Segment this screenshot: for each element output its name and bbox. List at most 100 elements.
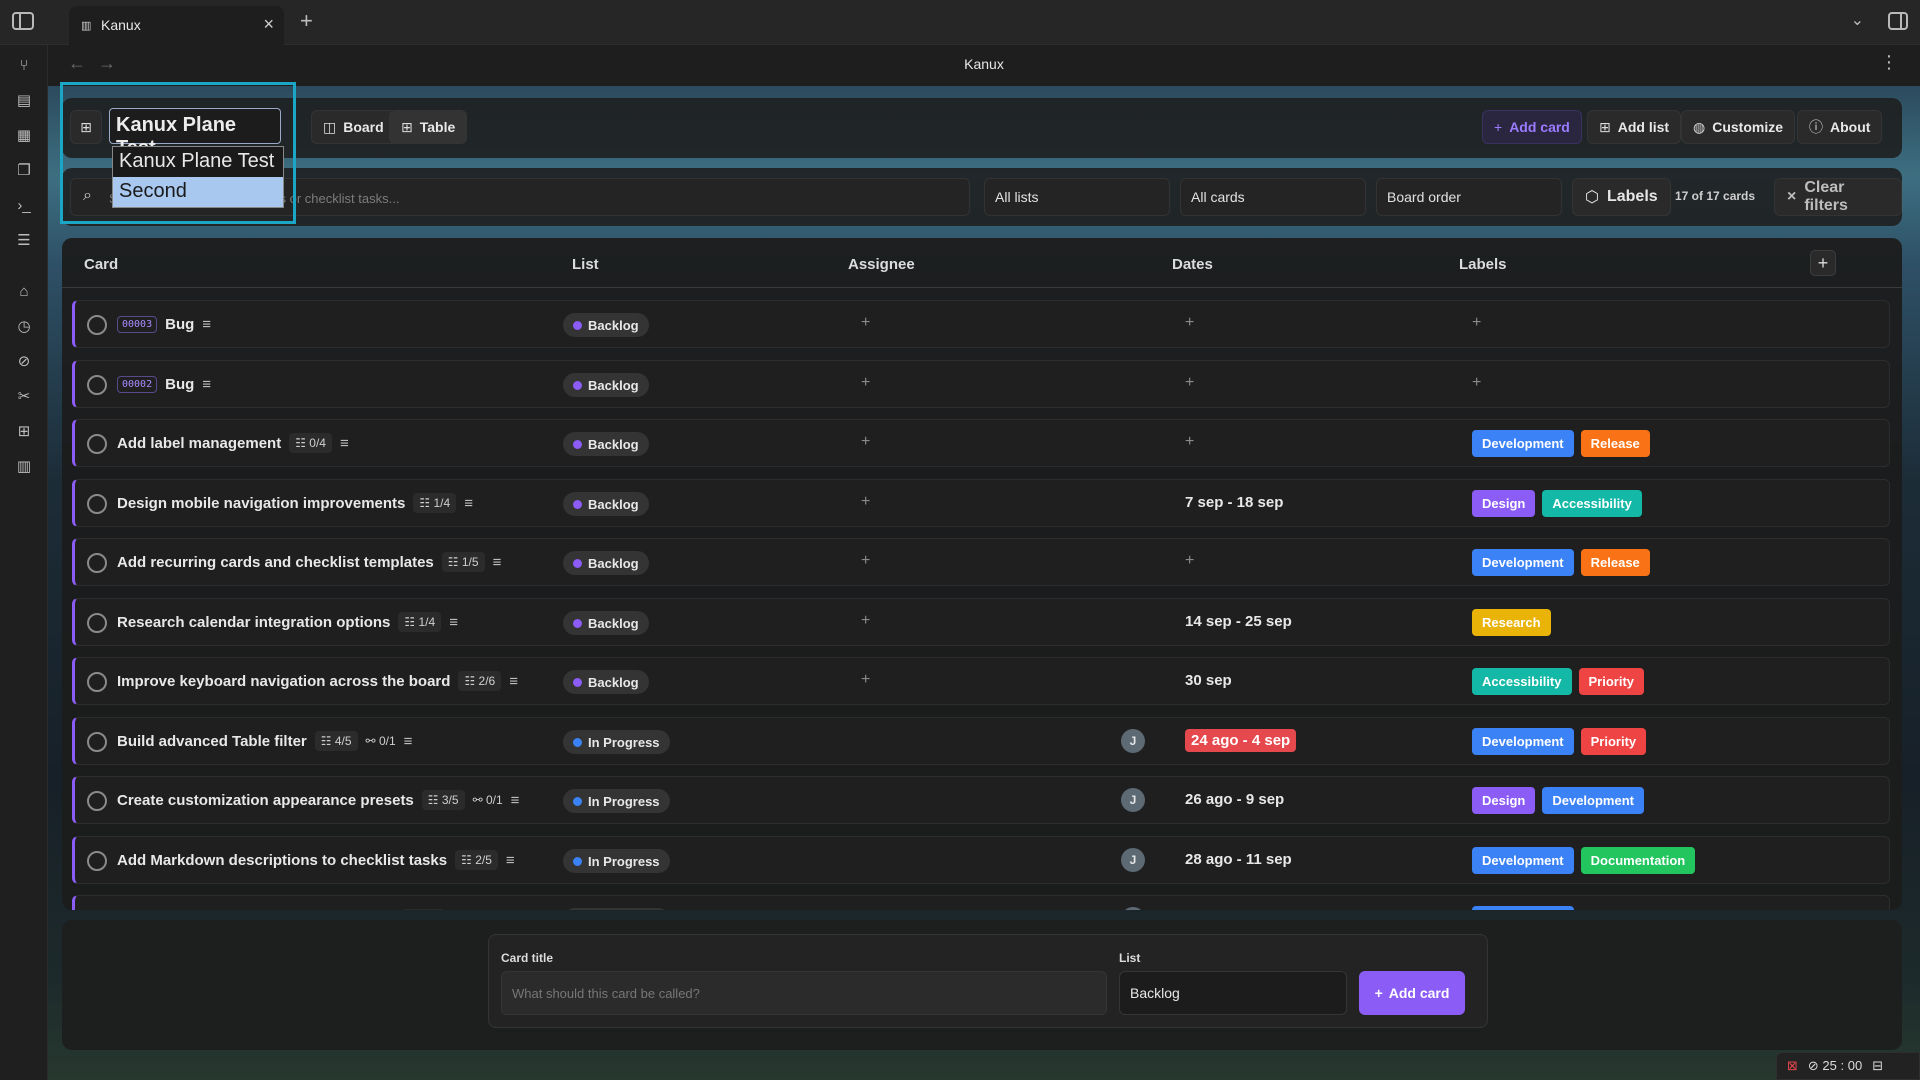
- card-title-input[interactable]: [501, 971, 1107, 1015]
- sitemap-icon[interactable]: ⊞: [12, 421, 36, 443]
- list-badge[interactable]: In Progress: [563, 849, 670, 873]
- due-dates[interactable]: 7 sep - 18 sep: [1185, 494, 1283, 511]
- list-badge[interactable]: In Progress: [563, 730, 670, 754]
- list-select[interactable]: Backlog: [1119, 971, 1347, 1015]
- column-header-assignee[interactable]: Assignee: [848, 256, 915, 273]
- table-row[interactable]: Research calendar integration options ☷ 1…: [72, 598, 1890, 646]
- list-badge[interactable]: Backlog: [563, 611, 649, 635]
- card-title[interactable]: Design mobile navigation improvements: [117, 495, 405, 512]
- card-title-cell[interactable]: Optimize performance for large boards☷ 0…: [117, 896, 461, 910]
- labels-cell[interactable]: Development Priority: [1472, 728, 1647, 755]
- pomodoro-timer[interactable]: ⊘ 25 : 00: [1808, 1058, 1862, 1074]
- card-title[interactable]: Build advanced Table filter: [117, 733, 307, 750]
- card-title[interactable]: Bug: [165, 376, 194, 393]
- card-title-cell[interactable]: 00002 Bug ≡: [117, 361, 211, 407]
- card-title-cell[interactable]: Create customization appearance presets ☷…: [117, 777, 519, 823]
- eye-off-icon[interactable]: ⊘: [12, 351, 36, 373]
- table-row[interactable]: Add recurring cards and checklist templa…: [72, 538, 1890, 586]
- sync-off-icon[interactable]: ⊠: [1787, 1058, 1798, 1074]
- table-row[interactable]: Create customization appearance presets ☷…: [72, 776, 1890, 824]
- labels-cell[interactable]: Development: [1472, 906, 1574, 910]
- complete-checkbox[interactable]: [87, 553, 107, 573]
- table-row[interactable]: 00002 Bug ≡ Backlog + + +: [72, 360, 1890, 408]
- card-title[interactable]: Add label management: [117, 435, 281, 452]
- labels-cell[interactable]: Design Accessibility: [1472, 490, 1642, 517]
- list-badge[interactable]: In Progress: [563, 789, 670, 813]
- card-title[interactable]: Bug: [165, 316, 194, 333]
- card-title-cell[interactable]: Improve keyboard navigation across the b…: [117, 658, 518, 704]
- avatar[interactable]: J: [1121, 907, 1145, 910]
- timer-icon[interactable]: ◷: [12, 316, 36, 338]
- table-row[interactable]: Add Markdown descriptions to checklist t…: [72, 836, 1890, 884]
- column-header-labels[interactable]: Labels: [1459, 256, 1507, 273]
- kanban-icon[interactable]: ▥: [12, 456, 36, 478]
- order-select[interactable]: Board order: [1376, 178, 1562, 216]
- about-button[interactable]: ⓘ About: [1797, 110, 1883, 144]
- complete-checkbox[interactable]: [87, 375, 107, 395]
- labels-cell[interactable]: Development Documentation: [1472, 847, 1696, 874]
- tab-kanux[interactable]: ▥ Kanux ×: [69, 6, 284, 45]
- card-title[interactable]: Create customization appearance presets: [117, 792, 414, 809]
- complete-checkbox[interactable]: [87, 434, 107, 454]
- add-assignee-icon[interactable]: +: [861, 671, 870, 689]
- card-title-cell[interactable]: Add Markdown descriptions to checklist t…: [117, 837, 515, 883]
- list-badge[interactable]: Backlog: [563, 313, 649, 337]
- labels-cell[interactable]: Development Release: [1472, 549, 1650, 576]
- table-row[interactable]: Build advanced Table filter ☷ 4/5 ⚯ 0/1 ≡ In…: [72, 717, 1890, 765]
- complete-checkbox[interactable]: [87, 613, 107, 633]
- terminal-icon[interactable]: ›_: [12, 195, 36, 217]
- card-title[interactable]: Add recurring cards and checklist templa…: [117, 554, 434, 571]
- add-label-icon[interactable]: +: [1472, 374, 1481, 392]
- card-title-cell[interactable]: Build advanced Table filter ☷ 4/5 ⚯ 0/1 ≡: [117, 718, 412, 764]
- tools-icon[interactable]: ✂: [12, 386, 36, 408]
- calendar-icon[interactable]: ▦: [12, 125, 36, 147]
- card-title-cell[interactable]: Research calendar integration options ☷ 1…: [117, 599, 458, 645]
- list-badge[interactable]: Backlog: [563, 670, 649, 694]
- boards-grid-button[interactable]: ⊞: [70, 110, 102, 144]
- archive-icon[interactable]: ⊟: [1872, 1058, 1883, 1074]
- card-title-cell[interactable]: Add label management ☷ 0/4 ≡: [117, 420, 349, 466]
- avatar[interactable]: J: [1121, 848, 1145, 872]
- card-title-cell[interactable]: Add recurring cards and checklist templa…: [117, 539, 501, 585]
- column-header-card[interactable]: Card: [84, 256, 118, 273]
- view-table-button[interactable]: ⊞ Table: [389, 110, 468, 144]
- complete-checkbox[interactable]: [87, 851, 107, 871]
- add-assignee-icon[interactable]: +: [861, 433, 870, 451]
- labels-filter-button[interactable]: ⬡ Labels: [1572, 178, 1671, 216]
- labels-cell[interactable]: Research: [1472, 609, 1551, 636]
- list-badge[interactable]: In Progress: [563, 908, 670, 910]
- add-assignee-icon[interactable]: +: [861, 552, 870, 570]
- close-icon[interactable]: ×: [263, 14, 274, 35]
- table-row[interactable]: 00003 Bug ≡ Backlog + + +: [72, 300, 1890, 348]
- card-title-cell[interactable]: 00003 Bug ≡: [117, 301, 211, 347]
- due-dates[interactable]: 26 ago - 9 sep: [1185, 791, 1284, 808]
- add-assignee-icon[interactable]: +: [861, 374, 870, 392]
- home-icon[interactable]: ⌂: [12, 281, 36, 303]
- chevron-down-icon[interactable]: ⌄: [1851, 10, 1864, 30]
- labels-cell[interactable]: Accessibility Priority: [1472, 668, 1645, 695]
- add-assignee-icon[interactable]: +: [861, 314, 870, 332]
- table-row[interactable]: Design mobile navigation improvements ☷ 1…: [72, 479, 1890, 527]
- labels-cell[interactable]: Design Development: [1472, 787, 1644, 814]
- add-assignee-icon[interactable]: +: [861, 612, 870, 630]
- board-option[interactable]: Kanux Plane Test: [113, 147, 283, 177]
- list-badge[interactable]: Backlog: [563, 492, 649, 516]
- table-row[interactable]: Improve keyboard navigation across the b…: [72, 657, 1890, 705]
- add-assignee-icon[interactable]: +: [861, 493, 870, 511]
- list-icon[interactable]: ☰: [12, 230, 36, 252]
- more-options-icon[interactable]: ⋮: [1880, 52, 1898, 73]
- customize-button[interactable]: ◍ Customize: [1681, 110, 1796, 144]
- complete-checkbox[interactable]: [87, 791, 107, 811]
- due-dates[interactable]: 30 sep: [1185, 672, 1232, 689]
- complete-checkbox[interactable]: [87, 315, 107, 335]
- board-option[interactable]: Second: [113, 177, 283, 207]
- board-select[interactable]: Kanux Plane Test: [109, 108, 281, 159]
- labels-cell[interactable]: Development Release: [1472, 430, 1650, 457]
- submit-add-card-button[interactable]: + Add card: [1359, 971, 1465, 1015]
- right-sidebar-toggle-icon[interactable]: [1888, 12, 1908, 30]
- due-dates[interactable]: 14 sep - 25 sep: [1185, 613, 1292, 630]
- copy-icon[interactable]: ❐: [12, 160, 36, 182]
- table-row[interactable]: Optimize performance for large boards☷ 0…: [72, 895, 1890, 910]
- avatar[interactable]: J: [1121, 729, 1145, 753]
- add-card-button[interactable]: + Add card: [1482, 110, 1582, 144]
